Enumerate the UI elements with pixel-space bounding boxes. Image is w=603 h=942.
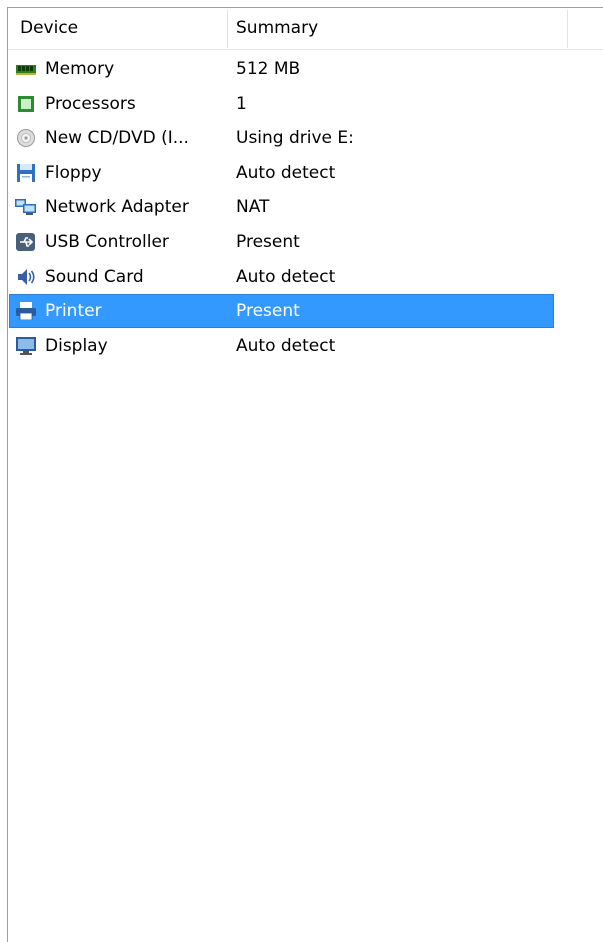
device-row-usb-controller[interactable]: USB Controller Present <box>8 225 603 260</box>
floppy-icon <box>15 163 37 182</box>
usb-icon <box>15 232 37 251</box>
device-summary: Present <box>236 231 300 252</box>
device-name: New CD/DVD (I... <box>45 128 189 149</box>
processor-icon <box>15 95 37 113</box>
device-row-processors[interactable]: Processors 1 <box>8 87 603 122</box>
memory-icon <box>15 60 37 78</box>
device-summary: Auto detect <box>236 266 336 287</box>
device-row-sound-card[interactable]: Sound Card Auto detect <box>8 260 603 295</box>
column-header-filler <box>567 8 603 49</box>
column-header-summary[interactable]: Summary <box>227 8 567 49</box>
device-name: Floppy <box>45 162 102 183</box>
device-name: Display <box>45 335 108 356</box>
device-list-panel: Device Summary Memory 512 MB Processors … <box>7 7 603 942</box>
device-summary: NAT <box>236 197 270 218</box>
device-name: Processors <box>45 93 136 114</box>
device-row-printer[interactable]: Printer Present <box>8 294 603 329</box>
device-row-memory[interactable]: Memory 512 MB <box>8 52 603 87</box>
device-name: Printer <box>45 301 102 322</box>
device-row-cd-dvd[interactable]: New CD/DVD (I... Using drive E: <box>8 121 603 156</box>
sound-card-icon <box>15 268 37 286</box>
network-adapter-icon <box>15 198 37 216</box>
column-header-device[interactable]: Device <box>8 8 227 49</box>
device-row-floppy[interactable]: Floppy Auto detect <box>8 156 603 191</box>
device-summary: Auto detect <box>236 162 336 183</box>
device-summary: 1 <box>236 93 247 114</box>
device-name: Memory <box>45 59 115 79</box>
device-name: USB Controller <box>45 231 169 252</box>
device-summary: 512 MB <box>236 59 301 79</box>
display-icon <box>15 336 37 355</box>
device-row-display[interactable]: Display Auto detect <box>8 329 603 364</box>
device-summary: Using drive E: <box>236 128 354 149</box>
printer-icon <box>15 302 37 321</box>
device-summary: Present <box>236 301 300 322</box>
cd-dvd-icon <box>15 129 37 148</box>
device-summary: Auto detect <box>236 335 336 356</box>
device-name: Network Adapter <box>45 197 189 218</box>
device-rows: Memory 512 MB Processors 1 New CD/DVD (I… <box>8 52 603 363</box>
device-name: Sound Card <box>45 266 144 287</box>
device-row-network-adapter[interactable]: Network Adapter NAT <box>8 190 603 225</box>
list-header: Device Summary <box>8 8 603 50</box>
